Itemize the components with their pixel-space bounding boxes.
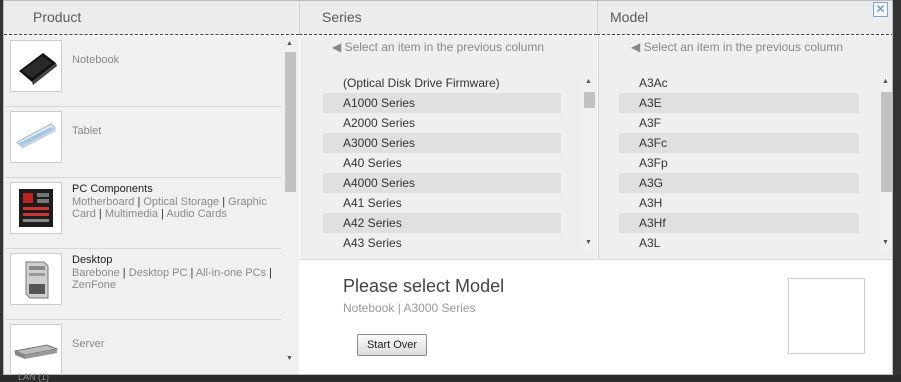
product-name-desktop[interactable]: Desktop [72, 254, 112, 266]
model-header-label: Model [610, 9, 649, 25]
product-name-server[interactable]: Server [72, 338, 104, 350]
series-column-header: Series [299, 1, 597, 35]
subcategory-link[interactable]: ZenFone [72, 279, 116, 291]
server-icon [10, 324, 62, 374]
list-item[interactable]: A3L [619, 233, 859, 253]
pc-components-subcategories: Motherboard | Optical Storage | Graphic … [72, 196, 267, 220]
series-header-label: Series [322, 9, 362, 25]
model-list-panel: ◀ Select an item in the previous column … [598, 36, 892, 259]
model-column-header: Model [597, 1, 892, 35]
product-name-tablet[interactable]: Tablet [72, 125, 101, 137]
scroll-up-icon[interactable]: ▲ [882, 78, 889, 85]
subcategory-link[interactable]: Multimedia [105, 208, 158, 220]
start-over-button[interactable]: Start Over [357, 334, 427, 356]
product-name-pc-components[interactable]: PC Components [72, 183, 153, 195]
list-item[interactable]: A3F [619, 113, 859, 133]
subcategory-link[interactable]: All-in-one PCs [196, 267, 266, 279]
scrollbar-thumb[interactable] [285, 52, 296, 192]
desktop-tower-icon [10, 253, 62, 305]
list-item[interactable]: A3Fp [619, 153, 859, 173]
list-item[interactable]: A3000 Series [323, 133, 561, 153]
product-item-desktop[interactable]: Desktop Barebone | Desktop PC | All-in-o… [6, 249, 281, 320]
list-item[interactable]: A41 Series [323, 193, 561, 213]
list-item[interactable]: A3G [619, 173, 859, 193]
selection-info-panel: Please select Model Notebook | A3000 Ser… [300, 259, 892, 374]
product-item-notebook[interactable]: Notebook [6, 36, 281, 107]
product-item-pc-components[interactable]: PC Components Motherboard | Optical Stor… [6, 178, 281, 249]
model-preview-image [788, 278, 865, 354]
desktop-subcategories: Barebone | Desktop PC | All-in-one PCs |… [72, 267, 273, 291]
list-item[interactable]: (Optical Disk Drive Firmware) [323, 73, 561, 93]
subcategory-link[interactable]: Barebone [72, 267, 120, 279]
list-item[interactable]: A4000 Series [323, 173, 561, 193]
product-column-header: Product [4, 1, 299, 35]
model-hint: ◀ Select an item in the previous column [631, 40, 843, 54]
close-icon[interactable]: ✕ [873, 2, 888, 17]
info-title: Please select Model [343, 276, 505, 296]
list-item[interactable]: A42 Series [323, 213, 561, 233]
list-item[interactable]: A1000 Series [323, 93, 561, 113]
notebook-icon [10, 40, 62, 92]
tablet-icon [10, 111, 62, 163]
list-item[interactable]: A3Ac [619, 73, 859, 93]
motherboard-icon [10, 182, 62, 234]
series-hint: ◀ Select an item in the previous column [332, 40, 544, 54]
list-item[interactable]: A3H [619, 193, 859, 213]
series-scrollbar[interactable]: ▲ ▼ [582, 76, 596, 252]
subcategory-link[interactable]: Motherboard [72, 196, 134, 208]
series-list-panel: ◀ Select an item in the previous column … [300, 36, 597, 259]
selection-breadcrumb: Notebook | A3000 Series [343, 301, 476, 315]
subcategory-link[interactable]: Optical Storage [143, 196, 219, 208]
list-item[interactable]: A3E [619, 93, 859, 113]
subcategory-link[interactable]: Audio Cards [166, 208, 227, 220]
product-selector-dialog: Product Series Model ✕ Notebook Tablet P… [3, 0, 893, 375]
product-name-notebook[interactable]: Notebook [72, 54, 119, 66]
scroll-down-icon[interactable]: ▼ [286, 355, 293, 362]
model-scrollbar[interactable]: ▲ ▼ [879, 76, 892, 252]
subcategory-link[interactable]: Desktop PC [129, 267, 188, 279]
scroll-down-icon[interactable]: ▼ [882, 239, 889, 246]
background-page-strip: LAN (1) [0, 372, 901, 382]
scrollbar-thumb[interactable] [584, 92, 595, 108]
list-item[interactable]: A2000 Series [323, 113, 561, 133]
list-item[interactable]: A40 Series [323, 153, 561, 173]
series-list: (Optical Disk Drive Firmware) A1000 Seri… [323, 73, 561, 253]
scroll-up-icon[interactable]: ▲ [286, 40, 293, 47]
list-item[interactable]: A43 Series [323, 233, 561, 253]
list-item[interactable]: A3Fc [619, 133, 859, 153]
product-header-label: Product [33, 9, 82, 25]
product-item-server[interactable]: Server [6, 320, 281, 374]
model-list: A3Ac A3E A3F A3Fc A3Fp A3G A3H A3Hf A3L [619, 73, 859, 253]
product-list: Notebook Tablet PC Components Motherboar… [4, 36, 299, 374]
scroll-up-icon[interactable]: ▲ [585, 78, 592, 85]
product-scrollbar[interactable]: ▲ ▼ [283, 36, 297, 374]
scrollbar-thumb[interactable] [881, 92, 892, 192]
product-item-tablet[interactable]: Tablet [6, 107, 281, 178]
scroll-down-icon[interactable]: ▼ [585, 239, 592, 246]
list-item[interactable]: A3Hf [619, 213, 859, 233]
